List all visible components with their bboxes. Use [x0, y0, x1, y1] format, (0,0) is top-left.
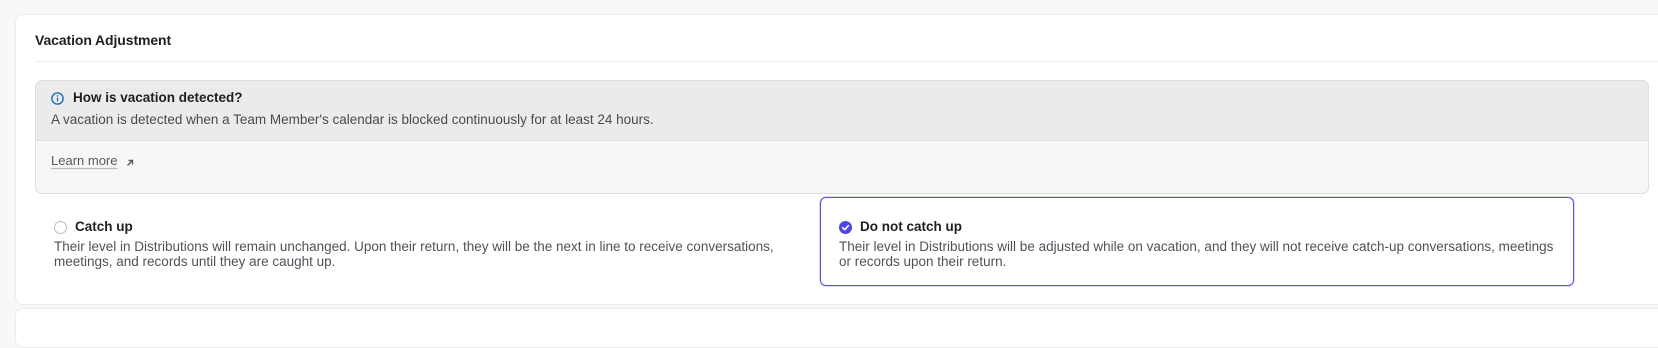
- next-section-card: [15, 308, 1658, 348]
- option-title: Catch up: [75, 219, 133, 234]
- learn-more-link[interactable]: Learn more: [51, 153, 135, 168]
- option-catch-up[interactable]: Catch up Their level in Distributions wi…: [35, 197, 820, 286]
- radio-checked-icon[interactable]: [839, 221, 852, 234]
- info-text: A vacation is detected when a Team Membe…: [51, 112, 654, 127]
- section-title: Vacation Adjustment: [35, 32, 172, 48]
- info-callout-header: How is vacation detected? A vacation is …: [36, 81, 1648, 141]
- arrow-up-right-icon: [125, 156, 135, 166]
- divider: [35, 61, 1658, 62]
- option-do-not-catch-up[interactable]: Do not catch up Their level in Distribut…: [820, 197, 1574, 286]
- learn-more-label: Learn more: [51, 153, 118, 168]
- option-description: Their level in Distributions will remain…: [54, 239, 774, 269]
- info-callout: How is vacation detected? A vacation is …: [35, 80, 1649, 194]
- info-icon: [51, 92, 64, 105]
- radio-unchecked-icon[interactable]: [54, 221, 67, 234]
- info-heading: How is vacation detected?: [73, 90, 243, 105]
- vacation-adjustment-card: Vacation Adjustment How is vacation dete…: [15, 14, 1658, 305]
- option-description: Their level in Distributions will be adj…: [839, 239, 1554, 269]
- option-title: Do not catch up: [860, 219, 962, 234]
